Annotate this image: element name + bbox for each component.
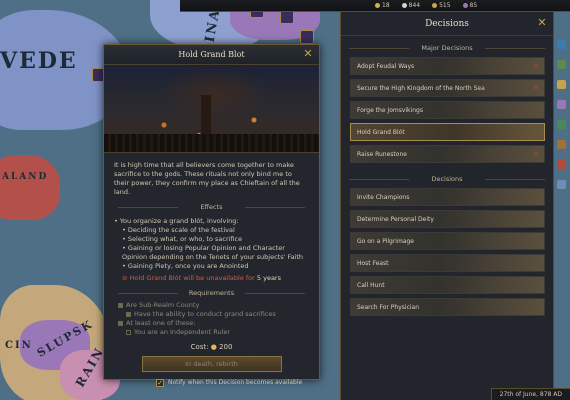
map-label-aland: ALAND — [2, 172, 49, 182]
lifestyle-icon[interactable] — [557, 180, 566, 189]
decisions-icon[interactable] — [557, 160, 566, 169]
decision-item-host-feast[interactable]: Host Feast — [350, 254, 545, 272]
requirement-row: Are Sub-Realm County — [118, 301, 309, 310]
decision-item-hold-grand-blot[interactable]: Hold Grand Blót — [350, 123, 545, 141]
decisions-section-title: Decisions — [341, 175, 553, 183]
decision-item-raise-runestone[interactable]: Raise Runestone ✕ — [350, 145, 545, 163]
effect-line: • Gaining Piety, once you are Anointed — [122, 262, 249, 270]
decision-cost: Cost: ● 200 — [190, 343, 233, 351]
decision-item-invite-champions[interactable]: Invite Champions — [350, 188, 545, 206]
renown-icon — [462, 3, 468, 8]
holding-icon[interactable] — [280, 10, 294, 24]
effect-line: • Gaining or losing Popular Opinion and … — [122, 244, 304, 261]
decision-item-adopt-feudal-ways[interactable]: Adopt Feudal Ways ✕ — [350, 57, 545, 75]
piety-value: 515 — [439, 2, 451, 9]
effect-line: • Deciding the scale of the festival — [122, 226, 235, 234]
requirement-row: Have the ability to conduct grand sacrif… — [126, 310, 309, 319]
check-icon — [118, 321, 123, 326]
notify-toggle[interactable]: ✓ Notify when this Decision becomes avai… — [156, 378, 309, 387]
requirements-title: Requirements — [114, 289, 309, 298]
check-icon — [126, 312, 131, 317]
decision-item-forge-jomsvikings[interactable]: Forge the Jomsvikings — [350, 101, 545, 119]
gold-icon: ● — [210, 343, 217, 351]
map-region-aland[interactable] — [0, 155, 60, 220]
unavailable-icon: ✕ — [533, 62, 539, 70]
decision-item-determine-deity[interactable]: Determine Personal Deity — [350, 210, 545, 228]
court-icon[interactable] — [557, 100, 566, 109]
decision-item-secure-high-kingdom[interactable]: Secure the High Kingdom of the North Sea… — [350, 79, 545, 97]
council-icon[interactable] — [557, 80, 566, 89]
game-date[interactable]: 27th of June, 878 AD — [490, 388, 570, 400]
decision-detail-window: Hold Grand Blot ✕ It is high time that a… — [103, 44, 320, 387]
decision-description: It is high time that all believers come … — [114, 161, 300, 196]
resource-bar: 18 844 515 85 — [180, 0, 570, 12]
gold-value: 18 — [382, 2, 390, 9]
decisions-title: Decisions — [425, 18, 469, 29]
check-icon — [118, 303, 123, 308]
requirement-row: At least one of these: — [118, 319, 309, 328]
decisions-header: Decisions ✕ — [341, 12, 553, 36]
gold-icon — [375, 3, 380, 8]
effects-title: Effects — [114, 203, 309, 212]
effect-line: • Selecting what, or who, to sacrifice — [122, 235, 243, 243]
gold-resource[interactable]: 18 — [375, 2, 390, 9]
realm-icon[interactable] — [557, 40, 566, 49]
effects-list: • You organize a grand blót, involving: … — [114, 215, 309, 285]
effect-line: • You organize a grand blót, involving: — [114, 217, 239, 225]
military-icon[interactable] — [557, 60, 566, 69]
cost-value: 200 — [219, 343, 233, 351]
checkbox-icon[interactable]: ✓ — [156, 378, 164, 387]
check-icon — [126, 330, 131, 335]
unavailable-icon: ✕ — [533, 84, 539, 92]
decision-item-pilgrimage[interactable]: Go on a Pilgrimage — [350, 232, 545, 250]
prestige-icon — [401, 3, 407, 8]
renown-value: 85 — [469, 2, 478, 9]
decision-detail-title: Hold Grand Blot — [178, 50, 245, 59]
side-icon-bar — [557, 40, 569, 200]
decision-item-search-physician[interactable]: Search For Physician — [350, 298, 545, 316]
decision-detail-header: Hold Grand Blot ✕ — [104, 45, 319, 65]
close-icon[interactable]: ✕ — [536, 17, 548, 29]
holding-icon[interactable] — [300, 30, 314, 44]
renown-resource[interactable]: 85 — [462, 2, 478, 9]
decisions-panel: Decisions ✕ Major Decisions Adopt Feudal… — [340, 12, 554, 400]
major-decisions-title: Major Decisions — [341, 44, 553, 52]
unavailable-icon: ✕ — [533, 150, 539, 158]
intrigue-icon[interactable] — [557, 120, 566, 129]
piety-icon — [432, 3, 438, 8]
notify-label: Notify when this Decision becomes availa… — [168, 379, 303, 386]
crowd-illustration — [104, 134, 319, 152]
prestige-resource[interactable]: 844 — [401, 2, 421, 9]
warning-icon: ⊘ — [122, 274, 128, 282]
piety-resource[interactable]: 515 — [432, 2, 451, 9]
take-decision-button[interactable]: In death, rebirth — [141, 356, 282, 372]
map-label-sweden: VEDE — [0, 48, 78, 74]
cooldown-warning: ⊘ Hold Grand Blót will be unavailable fo… — [122, 274, 281, 282]
faith-icon[interactable] — [557, 140, 566, 149]
close-icon[interactable]: ✕ — [302, 48, 314, 60]
requirements-list: Are Sub-Realm County Have the ability to… — [118, 301, 309, 337]
decision-illustration — [104, 65, 319, 153]
decision-item-call-hunt[interactable]: Call Hunt — [350, 276, 545, 294]
requirement-row: You are an Independent Ruler — [126, 328, 309, 337]
prestige-value: 844 — [408, 2, 421, 9]
map-label-cin: CIN — [5, 340, 33, 351]
